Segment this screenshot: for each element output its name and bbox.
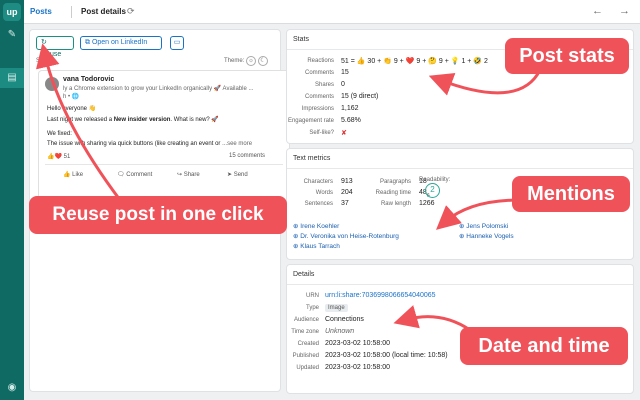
date-time-arrow: [393, 305, 471, 332]
reuse-callout: Reuse post in one click: [29, 196, 287, 234]
mentions-arrow: [435, 198, 521, 230]
reuse-arrow: [36, 43, 122, 201]
mentions-callout: Mentions: [512, 176, 630, 212]
date-time-callout: Date and time: [460, 327, 628, 365]
post-stats-callout: Post stats: [505, 38, 629, 74]
